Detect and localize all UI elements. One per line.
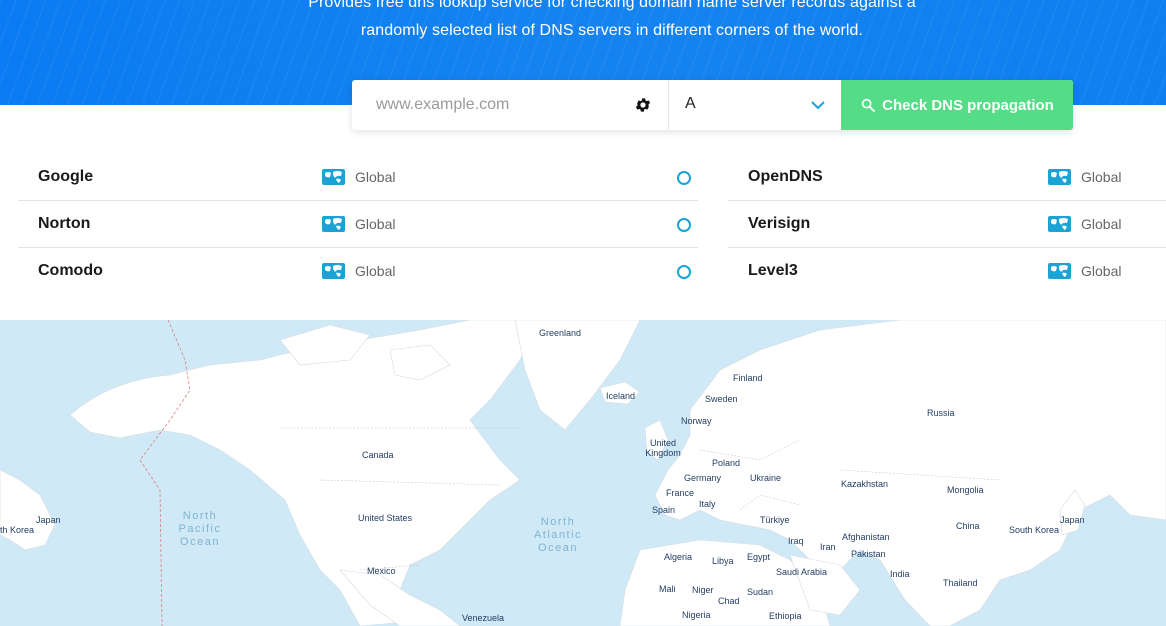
map-label-usa: United States [358,513,413,523]
map-label-iceland: Iceland [606,391,636,401]
map-label-ukraine: Ukraine [750,473,782,483]
map-label-thailand: Thailand [943,578,978,588]
search-icon [861,98,876,112]
check-dns-label: Check DNS propagation [882,96,1054,114]
map-label-pakistan: Pakistan [851,549,886,559]
server-location: Global [355,169,396,185]
map-label-venezuela: Venezuela [462,613,505,623]
map-label-egypt: Egypt [747,552,771,562]
map-label-norway: Norway [681,416,712,426]
map-label-finland: Finland [733,373,763,383]
world-map-icon [1048,263,1071,279]
map-label-japan-west: Japan [36,515,61,525]
dns-checker-page: Provides free dns lookup service for che… [0,0,1166,626]
map-label-kazakhstan: Kazakhstan [841,479,889,489]
world-map-icon [322,263,345,279]
map-label-spain: Spain [652,505,676,515]
map-label-iraq: Iraq [788,536,804,546]
world-map-icon [322,169,345,185]
map-label-saudi: Saudi Arabia [776,567,828,577]
hero-description: Provides free dns lookup service for che… [308,0,916,39]
world-map-icon [1048,216,1071,232]
dns-search-bar: A Check DNS propagation [352,80,1073,130]
map-label-sweden: Sweden [705,394,738,404]
server-name: Verisign [748,215,811,232]
gear-icon[interactable] [634,96,652,114]
map-label-canada: Canada [362,450,394,460]
map-label-greenland: Greenland [539,328,582,338]
server-name: OpenDNS [748,168,823,185]
map-label-south-korea-west: th Korea [0,525,35,535]
map-label-ethiopia: Ethiopia [769,611,802,621]
server-location: Global [1081,169,1122,185]
map-label-mali: Mali [659,584,676,594]
map-label-north-pacific: North Pacific Ocean [178,510,222,548]
status-indicator [677,265,691,279]
map-label-south-korea: South Korea [1009,525,1060,535]
server-location: Global [1081,263,1122,279]
server-row: Verisign Global [728,201,1166,248]
server-list-right: OpenDNS Global Verisign Global Level3 Gl… [728,154,1166,295]
map-label-north-atlantic: North Atlantic Ocean [533,516,583,554]
world-map-icon [322,216,345,232]
map-label-japan-east: Japan [1060,515,1085,525]
map-label-china: China [956,521,980,531]
world-map-icon [1048,169,1071,185]
map-label-italy: Italy [699,499,716,509]
server-row: OpenDNS Global [728,154,1166,201]
chevron-down-icon [811,101,825,110]
server-row: Comodo Global [18,248,698,295]
status-indicator [677,218,691,232]
map-label-afghanistan: Afghanistan [842,532,890,542]
server-name: Level3 [748,262,798,279]
map-label-sudan: Sudan [747,587,774,597]
status-indicator [677,171,691,185]
server-list-left: Google Global Norton Global Comodo Globa… [18,154,698,295]
map-label-uk: United Kingdom [645,438,681,458]
server-name: Comodo [38,262,103,279]
map-label-nigeria: Nigeria [682,610,711,620]
map-label-libya: Libya [712,556,734,566]
map-label-france: France [666,488,695,498]
map-label-india: India [890,569,910,579]
server-location: Global [1081,216,1122,232]
server-name: Norton [38,215,91,232]
domain-input[interactable] [352,80,668,130]
record-type-select[interactable]: A [669,80,841,130]
server-location: Global [355,263,396,279]
map-label-iran: Iran [820,542,836,552]
world-map[interactable]: Greenland Iceland Finland Sweden Norway … [0,320,1166,626]
map-label-chad: Chad [718,596,740,606]
map-label-mongolia: Mongolia [947,485,984,495]
map-label-niger: Niger [692,585,714,595]
map-label-germany: Germany [684,473,722,483]
server-location: Global [355,216,396,232]
map-label-turkiye: Türkiye [760,515,790,525]
server-row: Level3 Global [728,248,1166,295]
check-dns-button[interactable]: Check DNS propagation [841,80,1073,130]
record-type-value: A [685,95,696,112]
map-label-russia: Russia [927,408,955,418]
map-label-algeria: Algeria [664,552,693,562]
map-label-mexico: Mexico [367,566,396,576]
map-label-poland: Poland [712,458,741,468]
map-landmass [0,320,1166,626]
server-row: Google Global [18,154,698,201]
server-name: Google [38,168,94,185]
server-row: Norton Global [18,201,698,248]
